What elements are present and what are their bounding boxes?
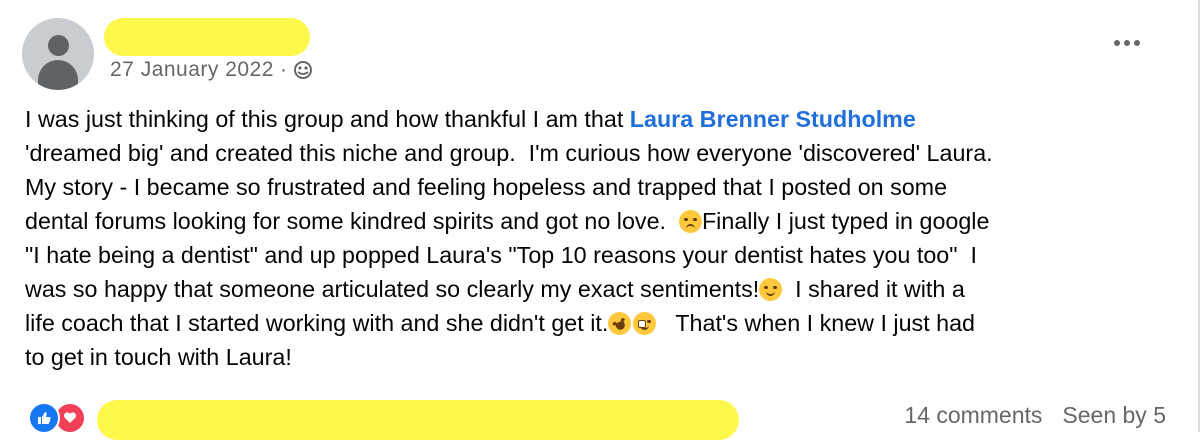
post-line-6: was so happy that someone articulated so… — [25, 272, 1175, 306]
post-text-segment: I was just thinking of this group and ho… — [25, 106, 630, 132]
post-text-segment: Finally I just typed in google — [701, 208, 990, 234]
post-date[interactable]: 27 January 2022 — [110, 58, 274, 82]
mention-link[interactable]: Laura Brenner Studholme — [630, 106, 916, 132]
post-line-3: My story - I became so frustrated and fe… — [25, 174, 948, 200]
like-reaction-icon[interactable] — [28, 402, 60, 434]
post-line-2: 'dreamed big' and created this niche and… — [25, 140, 993, 166]
rofl-emoji-icon — [604, 308, 636, 339]
post-text-segment: I shared it with a — [782, 276, 965, 302]
post-text-segment: life coach that I started working with a… — [25, 310, 609, 336]
avatar[interactable] — [22, 18, 94, 90]
post-card: 27 January 2022 · I was just thinking of… — [0, 0, 1200, 440]
post-meta: 27 January 2022 · — [110, 58, 313, 82]
post-text-segment: was so happy that someone articulated so… — [25, 276, 760, 302]
post-line-7: life coach that I started working with a… — [25, 306, 1175, 340]
avatar-body — [38, 60, 78, 90]
post-line-8: to get in touch with Laura! — [25, 344, 292, 370]
post-stats: 14 comments Seen by 5 — [904, 402, 1166, 429]
group-icon[interactable] — [293, 60, 313, 80]
zany-emoji-icon — [633, 312, 657, 335]
seen-by-link[interactable]: Seen by 5 — [1062, 402, 1166, 429]
comments-count-link[interactable]: 14 comments — [904, 402, 1042, 429]
post-line-5: "I hate being a dentist" and up popped L… — [25, 242, 977, 268]
post-line-4: dental forums looking for some kindred s… — [25, 204, 1175, 238]
post-body: I was just thinking of this group and ho… — [25, 102, 1175, 374]
smiling-emoji-icon — [759, 278, 783, 301]
meta-separator: · — [279, 58, 288, 81]
redacted-reactors — [97, 400, 739, 440]
more-options-icon[interactable] — [1114, 40, 1140, 46]
pensive-emoji-icon — [678, 210, 702, 233]
redacted-author-name — [104, 18, 310, 56]
post-line-1: I was just thinking of this group and ho… — [25, 102, 1175, 136]
post-text-segment: That's when I knew I just had — [656, 310, 976, 336]
post-text-segment: dental forums looking for some kindred s… — [25, 208, 679, 234]
avatar-head — [48, 35, 69, 56]
reaction-icons[interactable] — [28, 402, 86, 434]
